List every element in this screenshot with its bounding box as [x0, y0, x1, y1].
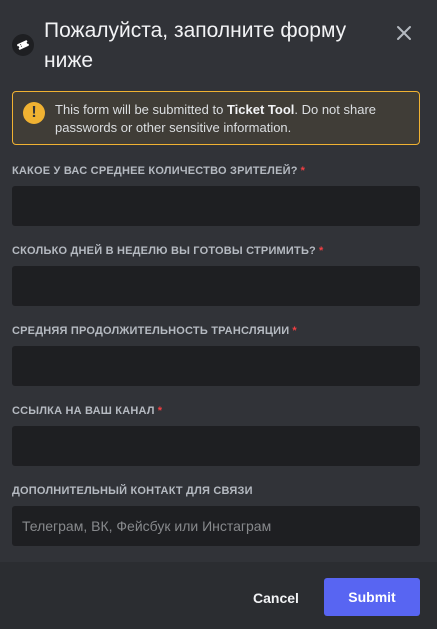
field-label-stream-duration: СРЕДНЯЯ ПРОДОЛЖИТЕЛЬНОСТЬ ТРАНСЛЯЦИИ *: [12, 324, 422, 338]
modal-header: Пожалуйста, заполните форму ниже: [0, 0, 437, 86]
submit-button[interactable]: Submit: [324, 578, 420, 616]
notice-text: This form will be submitted to Ticket To…: [55, 101, 410, 137]
field-label-additional-contact: ДОПОЛНИТЕЛЬНЫЙ КОНТАКТ ДЛЯ СВЯЗИ: [12, 484, 422, 498]
stream-duration-input[interactable]: [12, 346, 420, 386]
required-marker: *: [157, 405, 163, 417]
modal-footer: Cancel Submit: [0, 562, 437, 629]
average-viewers-input[interactable]: [12, 186, 420, 226]
field-label-text: СКОЛЬКО ДНЕЙ В НЕДЕЛЮ ВЫ ГОТОВЫ СТРИМИТЬ…: [12, 245, 316, 257]
stream-days-input[interactable]: [12, 266, 420, 306]
cancel-button[interactable]: Cancel: [244, 579, 308, 617]
field-label-text: КАКОЕ У ВАС СРЕДНЕЕ КОЛИЧЕСТВО ЗРИТЕЛЕЙ?: [12, 165, 298, 177]
warning-notice: ! This form will be submitted to Ticket …: [12, 91, 420, 145]
ticket-icon: [12, 34, 34, 56]
field-label-text: СРЕДНЯЯ ПРОДОЛЖИТЕЛЬНОСТЬ ТРАНСЛЯЦИИ: [12, 325, 290, 337]
form-modal: Пожалуйста, заполните форму ниже ! This …: [0, 0, 437, 629]
warning-glyph: !: [31, 104, 37, 121]
notice-app-name: Ticket Tool: [226, 102, 295, 117]
required-marker: *: [318, 245, 324, 257]
notice-text-prefix: This form will be submitted to: [55, 102, 227, 117]
field-label-average-viewers: КАКОЕ У ВАС СРЕДНЕЕ КОЛИЧЕСТВО ЗРИТЕЛЕЙ?…: [12, 164, 422, 178]
field-label-text: ССЫЛКА НА ВАШ КАНАЛ: [12, 405, 155, 417]
field-label-text: ДОПОЛНИТЕЛЬНЫЙ КОНТАКТ ДЛЯ СВЯЗИ: [12, 485, 253, 497]
required-marker: *: [292, 325, 297, 337]
close-icon[interactable]: [391, 20, 417, 46]
required-marker: *: [300, 165, 306, 177]
channel-link-input[interactable]: [12, 426, 420, 466]
additional-contact-input[interactable]: [12, 506, 420, 546]
exclamation-icon: !: [23, 102, 45, 124]
field-label-stream-days: СКОЛЬКО ДНЕЙ В НЕДЕЛЮ ВЫ ГОТОВЫ СТРИМИТЬ…: [12, 244, 422, 258]
modal-title: Пожалуйста, заполните форму ниже: [44, 19, 347, 72]
field-label-channel-link: ССЫЛКА НА ВАШ КАНАЛ *: [12, 404, 422, 418]
